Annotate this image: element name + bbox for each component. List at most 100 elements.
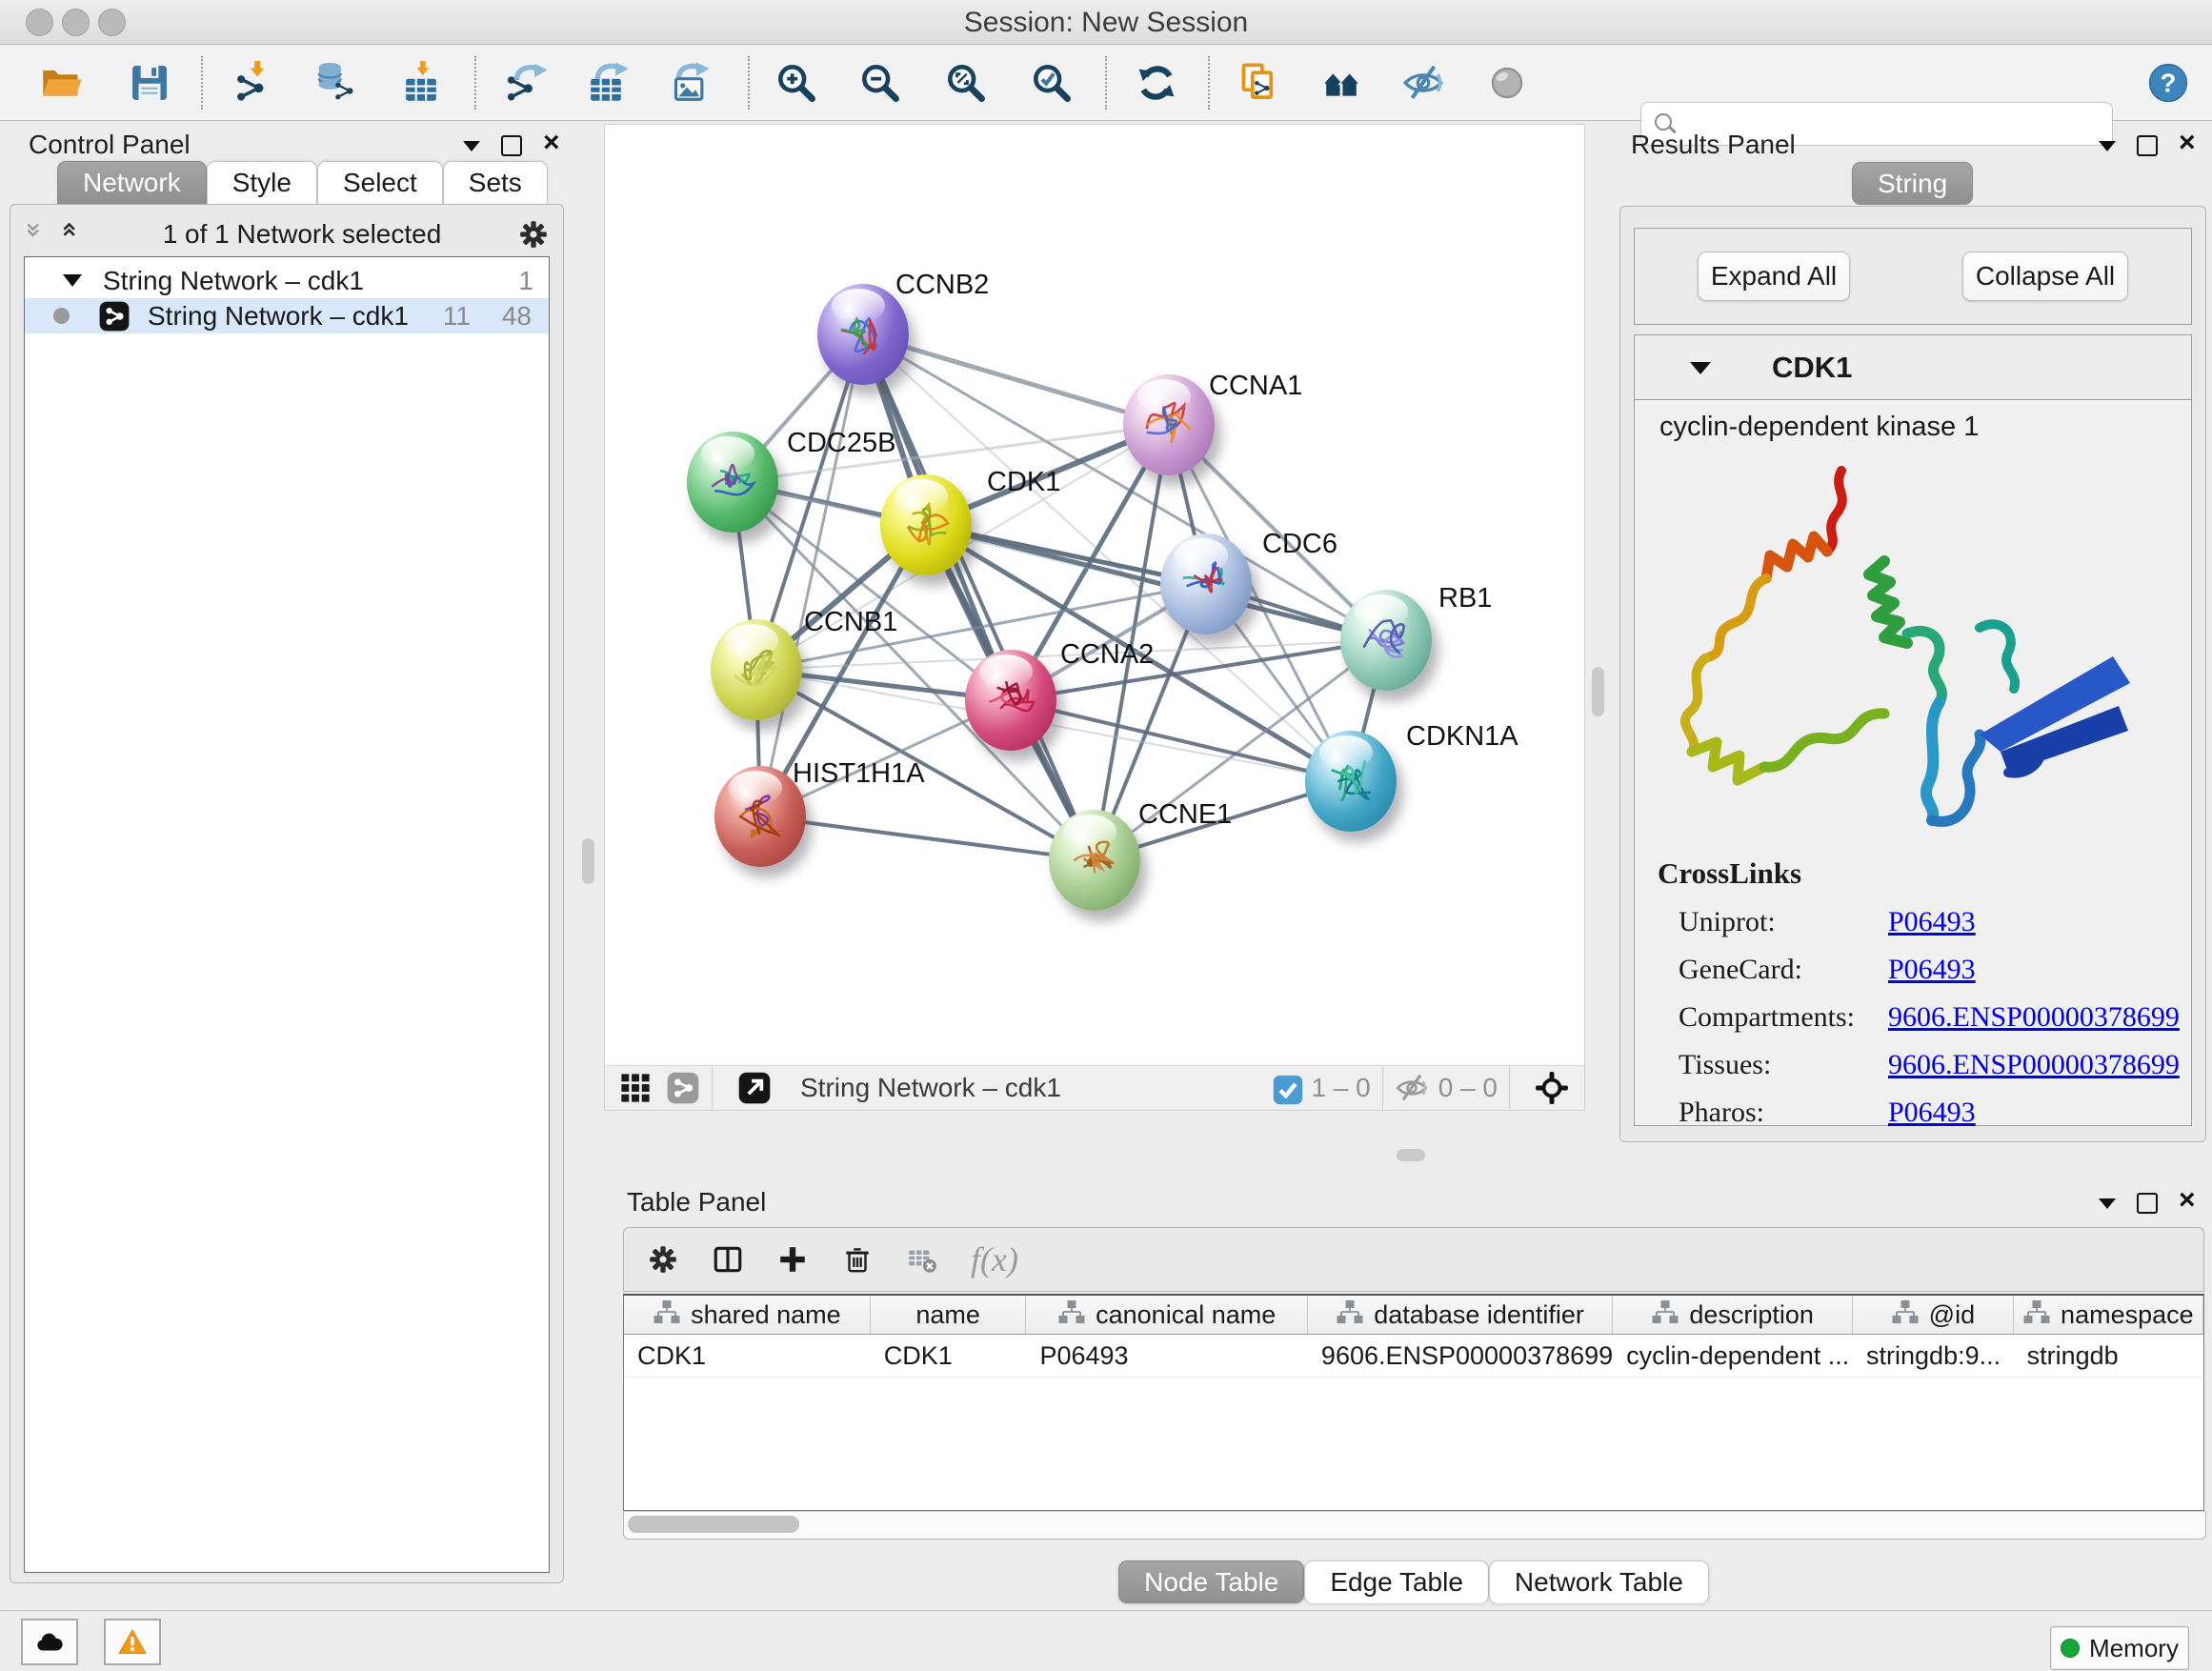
expand-all-icon[interactable] — [60, 221, 87, 248]
column-header-database-identifier[interactable]: database identifier — [1308, 1296, 1613, 1334]
crosslink-link[interactable]: P06493 — [1888, 954, 1976, 986]
home-icon[interactable] — [1318, 60, 1364, 106]
cloud-status-icon[interactable] — [21, 1619, 78, 1665]
save-session-icon[interactable] — [127, 60, 172, 106]
crosslink-link[interactable]: 9606.ENSP00000378699 — [1888, 1049, 2180, 1081]
grid-view-icon[interactable] — [618, 1071, 653, 1105]
zoom-selected-icon[interactable] — [1029, 60, 1075, 106]
table-horizontal-scrollbar[interactable] — [623, 1511, 2206, 1540]
network-options-gear-icon[interactable] — [517, 218, 550, 251]
export-image-icon[interactable] — [664, 60, 710, 106]
toolbar-separator — [1105, 56, 1107, 110]
tab-select[interactable]: Select — [317, 161, 443, 204]
protein-node-rb1[interactable] — [1340, 590, 1432, 691]
collapse-all-icon[interactable] — [24, 221, 50, 248]
show-columns-icon[interactable] — [712, 1243, 744, 1276]
table-header-row: shared name name canonical name database… — [624, 1296, 2203, 1335]
delete-column-icon[interactable] — [841, 1243, 874, 1276]
crosslink-link[interactable]: P06493 — [1888, 1097, 1976, 1129]
show-graphics-icon[interactable] — [1484, 60, 1530, 106]
tab-string[interactable]: String — [1852, 162, 1973, 205]
hide-graphics-icon[interactable] — [1400, 60, 1446, 106]
network-row-selected[interactable]: String Network – cdk1 11 48 — [25, 298, 549, 333]
maximize-panel-icon[interactable] — [2137, 135, 2158, 156]
network-canvas[interactable]: CCNB2CCNA1CDC25BCDK1CDC6RB1CCNB1CCNA2CDK… — [604, 124, 1585, 1067]
memory-button[interactable]: Memory — [2050, 1626, 2189, 1670]
zoom-out-icon[interactable] — [857, 60, 903, 106]
warning-status-icon[interactable] — [104, 1619, 161, 1665]
protein-node-cdkn1a[interactable] — [1305, 731, 1397, 832]
crosslink-row: GeneCard: P06493 — [1679, 954, 2191, 986]
column-header-name[interactable]: name — [871, 1296, 1027, 1334]
tab-sets[interactable]: Sets — [443, 161, 548, 204]
annotations-icon[interactable] — [1237, 60, 1282, 106]
tab-style[interactable]: Style — [207, 161, 317, 204]
crosslink-row: Pharos: P06493 — [1679, 1097, 2191, 1129]
close-panel-icon[interactable]: × — [543, 134, 560, 151]
table-options-gear-icon[interactable] — [647, 1243, 679, 1276]
collection-expand-icon[interactable] — [63, 274, 82, 287]
import-database-icon[interactable] — [312, 60, 358, 106]
close-panel-icon[interactable]: × — [2179, 1192, 2196, 1209]
tab-edge-table[interactable]: Edge Table — [1304, 1560, 1489, 1603]
left-splitter-handle[interactable] — [582, 838, 594, 884]
status-bar: Memory — [0, 1610, 2212, 1671]
selected-checkbox-icon[interactable] — [1271, 1073, 1301, 1103]
column-header-namespace[interactable]: namespace — [2014, 1296, 2203, 1334]
network-collection-row[interactable]: String Network – cdk1 1 — [25, 263, 549, 298]
maximize-panel-icon[interactable] — [501, 135, 522, 156]
function-builder-icon: f(x) — [971, 1239, 1018, 1279]
network-view-toolbar: String Network – cdk1 1 – 0 0 – 0 — [604, 1065, 1585, 1111]
protein-node-cdc25b[interactable] — [687, 432, 778, 533]
export-table-icon[interactable] — [583, 60, 629, 106]
protein-node-ccna1[interactable] — [1123, 374, 1215, 475]
right-splitter-handle[interactable] — [1592, 667, 1604, 716]
protein-node-ccnb1[interactable] — [711, 619, 802, 720]
float-panel-icon[interactable] — [2099, 141, 2116, 151]
import-network-icon[interactable] — [231, 60, 277, 106]
node-table[interactable]: shared name name canonical name database… — [623, 1294, 2204, 1511]
tab-node-table[interactable]: Node Table — [1118, 1560, 1304, 1603]
toolbar-separator — [474, 56, 476, 110]
protein-node-cdk1[interactable] — [880, 474, 972, 575]
import-table-icon[interactable] — [398, 60, 444, 106]
tab-network[interactable]: Network — [57, 161, 207, 204]
protein-node-cdc6[interactable] — [1160, 534, 1252, 634]
zoom-fit-icon[interactable] — [943, 60, 989, 106]
column-header-canonical-name[interactable]: canonical name — [1026, 1296, 1308, 1334]
cdk1-section-header[interactable]: CDK1 — [1634, 334, 2192, 400]
birdseye-crosshair-icon[interactable] — [1535, 1071, 1569, 1105]
node-label-cdc25b: CDC25B — [787, 428, 895, 459]
float-panel-icon[interactable] — [463, 141, 480, 151]
table-row[interactable]: CDK1CDK1P064939606.ENSP00000378699cyclin… — [624, 1335, 2203, 1378]
main-toolbar: ? — [0, 45, 2212, 121]
detach-view-icon[interactable] — [737, 1071, 772, 1105]
protein-node-ccna2[interactable] — [965, 650, 1056, 751]
add-column-icon[interactable] — [776, 1243, 809, 1276]
crosslink-link[interactable]: P06493 — [1888, 906, 1976, 938]
zoom-in-icon[interactable] — [774, 60, 819, 106]
collapse-section-icon[interactable] — [1690, 362, 1711, 374]
table-tabs: Node Table Edge Table Network Table — [623, 1560, 2204, 1603]
cell-name: CDK1 — [871, 1335, 1027, 1377]
network-badge-icon[interactable] — [666, 1071, 700, 1105]
expand-all-button[interactable]: Expand All — [1698, 252, 1850, 301]
float-panel-icon[interactable] — [2099, 1198, 2116, 1209]
column-header-shared-name[interactable]: shared name — [624, 1296, 871, 1334]
column-header--id[interactable]: @id — [1853, 1296, 2014, 1334]
cell-description: cyclin-dependent ... — [1613, 1335, 1853, 1377]
export-network-icon[interactable] — [502, 60, 548, 106]
scrollbar-thumb[interactable] — [628, 1516, 799, 1533]
refresh-layout-icon[interactable] — [1134, 60, 1179, 106]
help-icon[interactable]: ? — [2145, 60, 2191, 106]
crosslink-link[interactable]: 9606.ENSP00000378699 — [1888, 1001, 2180, 1034]
protein-node-ccne1[interactable] — [1049, 810, 1140, 911]
close-panel-icon[interactable]: × — [2179, 134, 2196, 151]
maximize-panel-icon[interactable] — [2137, 1193, 2158, 1214]
bottom-splitter-handle[interactable] — [1397, 1149, 1425, 1161]
open-session-icon[interactable] — [38, 60, 84, 106]
column-header-description[interactable]: description — [1613, 1296, 1853, 1334]
column-tree-icon — [2022, 1299, 2051, 1331]
tab-network-table[interactable]: Network Table — [1489, 1560, 1709, 1603]
collapse-all-button[interactable]: Collapse All — [1962, 252, 2128, 301]
